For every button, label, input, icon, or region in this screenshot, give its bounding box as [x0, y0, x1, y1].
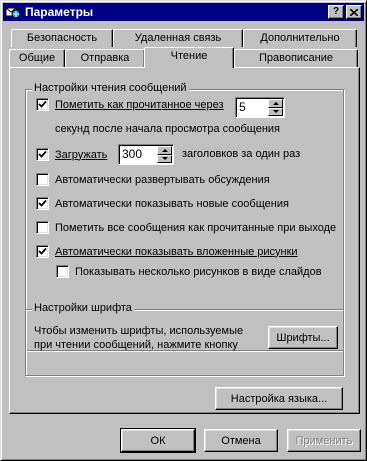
- checkmark-icon: [38, 100, 47, 108]
- download-checkbox[interactable]: [36, 148, 49, 161]
- download-option[interactable]: Загружать: [36, 148, 107, 161]
- tab-advanced[interactable]: Дополнительно: [243, 29, 357, 47]
- tab-label: Правописание: [258, 52, 334, 64]
- mark-read-checkbox[interactable]: [36, 98, 49, 111]
- close-icon: [350, 8, 358, 16]
- checkmark-icon: [38, 247, 47, 255]
- show-attached-images-option[interactable]: Автоматически показывать вложенные рисун…: [36, 245, 298, 258]
- show-new-messages-label: Автоматически показывать новые сообщения: [55, 197, 289, 210]
- expand-threads-checkbox[interactable]: [36, 173, 49, 186]
- stepper-value: 300: [122, 147, 143, 161]
- slideshow-label: Показывать несколько рисунков в виде сла…: [75, 265, 322, 278]
- tab-label: Дополнительно: [260, 32, 340, 44]
- tab-label: Безопасность: [26, 32, 98, 44]
- expand-threads-option[interactable]: Автоматически развертывать обсуждения: [36, 173, 270, 186]
- tab-reading[interactable]: Чтение: [144, 47, 234, 68]
- title-bar[interactable]: Параметры ?: [3, 3, 364, 21]
- font-description-line1: Чтобы изменить шрифты, используемые: [34, 325, 244, 337]
- help-button[interactable]: ?: [328, 5, 344, 19]
- font-description-line2: при чтении сообщений, нажмите кнопку: [34, 339, 238, 351]
- language-settings-button[interactable]: Настройка языка...: [215, 387, 343, 410]
- close-button[interactable]: [346, 5, 362, 19]
- tab-label: Общие: [18, 52, 56, 64]
- cancel-button[interactable]: Отмена: [204, 429, 278, 452]
- window-title: Параметры: [25, 5, 94, 19]
- mark-read-option[interactable]: Пометить как прочитанное через: [36, 98, 224, 111]
- tab-sending[interactable]: Отправка: [65, 49, 145, 67]
- tab-security[interactable]: Безопасность: [11, 29, 113, 47]
- tab-label: Чтение: [170, 50, 208, 62]
- spin-down-button[interactable]: [157, 154, 172, 163]
- group-title: Настройки шрифта: [32, 302, 134, 314]
- group-title: Настройки чтения сообщений: [32, 82, 189, 94]
- mark-all-read-label: Пометить все сообщения как прочитанные п…: [55, 221, 337, 234]
- tab-general[interactable]: Общие: [9, 49, 65, 67]
- mark-read-seconds-stepper[interactable]: 5: [235, 97, 285, 118]
- download-headers-stepper[interactable]: 300: [118, 144, 174, 165]
- fonts-button[interactable]: Шрифты...: [268, 326, 338, 349]
- show-new-messages-option[interactable]: Автоматически показывать новые сообщения: [36, 197, 289, 210]
- apply-button[interactable]: Применить: [287, 429, 361, 452]
- tab-panel-reading: Настройки чтения сообщений Пометить как …: [9, 67, 360, 414]
- mark-all-read-option[interactable]: Пометить все сообщения как прочитанные п…: [36, 221, 336, 234]
- download-suffix: заголовков за один раз: [182, 148, 301, 160]
- download-label: Загружать: [55, 148, 108, 161]
- tab-label: Отправка: [80, 52, 130, 64]
- slideshow-option[interactable]: Показывать несколько рисунков в виде сла…: [56, 265, 322, 278]
- show-attached-images-checkbox[interactable]: [36, 245, 49, 258]
- show-attached-images-label: Автоматически показывать вложенные рисун…: [55, 245, 298, 258]
- spin-up-button[interactable]: [157, 146, 172, 155]
- tab-label: Удаленная связь: [134, 32, 222, 44]
- checkmark-icon: [38, 150, 47, 158]
- arrow-up-icon: [272, 101, 279, 105]
- mark-read-suffix: секунд после начала просмотра сообщения: [55, 123, 281, 135]
- ok-button[interactable]: ОК: [120, 428, 196, 453]
- arrow-up-icon: [161, 148, 168, 152]
- checkmark-icon: [38, 199, 47, 207]
- arrow-down-icon: [272, 110, 279, 114]
- options-app-icon: [5, 4, 21, 20]
- spin-up-button[interactable]: [268, 99, 283, 108]
- stepper-value: 5: [239, 100, 246, 114]
- options-dialog: Параметры ? Безопасность Удаленная связь…: [0, 0, 367, 461]
- mark-read-label: Пометить как прочитанное через: [55, 98, 224, 111]
- tab-remote-connection[interactable]: Удаленная связь: [113, 29, 243, 47]
- show-new-messages-checkbox[interactable]: [36, 197, 49, 210]
- mark-all-read-checkbox[interactable]: [36, 221, 49, 234]
- tab-spelling[interactable]: Правописание: [234, 49, 358, 67]
- spin-down-button[interactable]: [268, 107, 283, 116]
- arrow-down-icon: [161, 157, 168, 161]
- slideshow-checkbox[interactable]: [56, 265, 69, 278]
- expand-threads-label: Автоматически развертывать обсуждения: [55, 173, 270, 186]
